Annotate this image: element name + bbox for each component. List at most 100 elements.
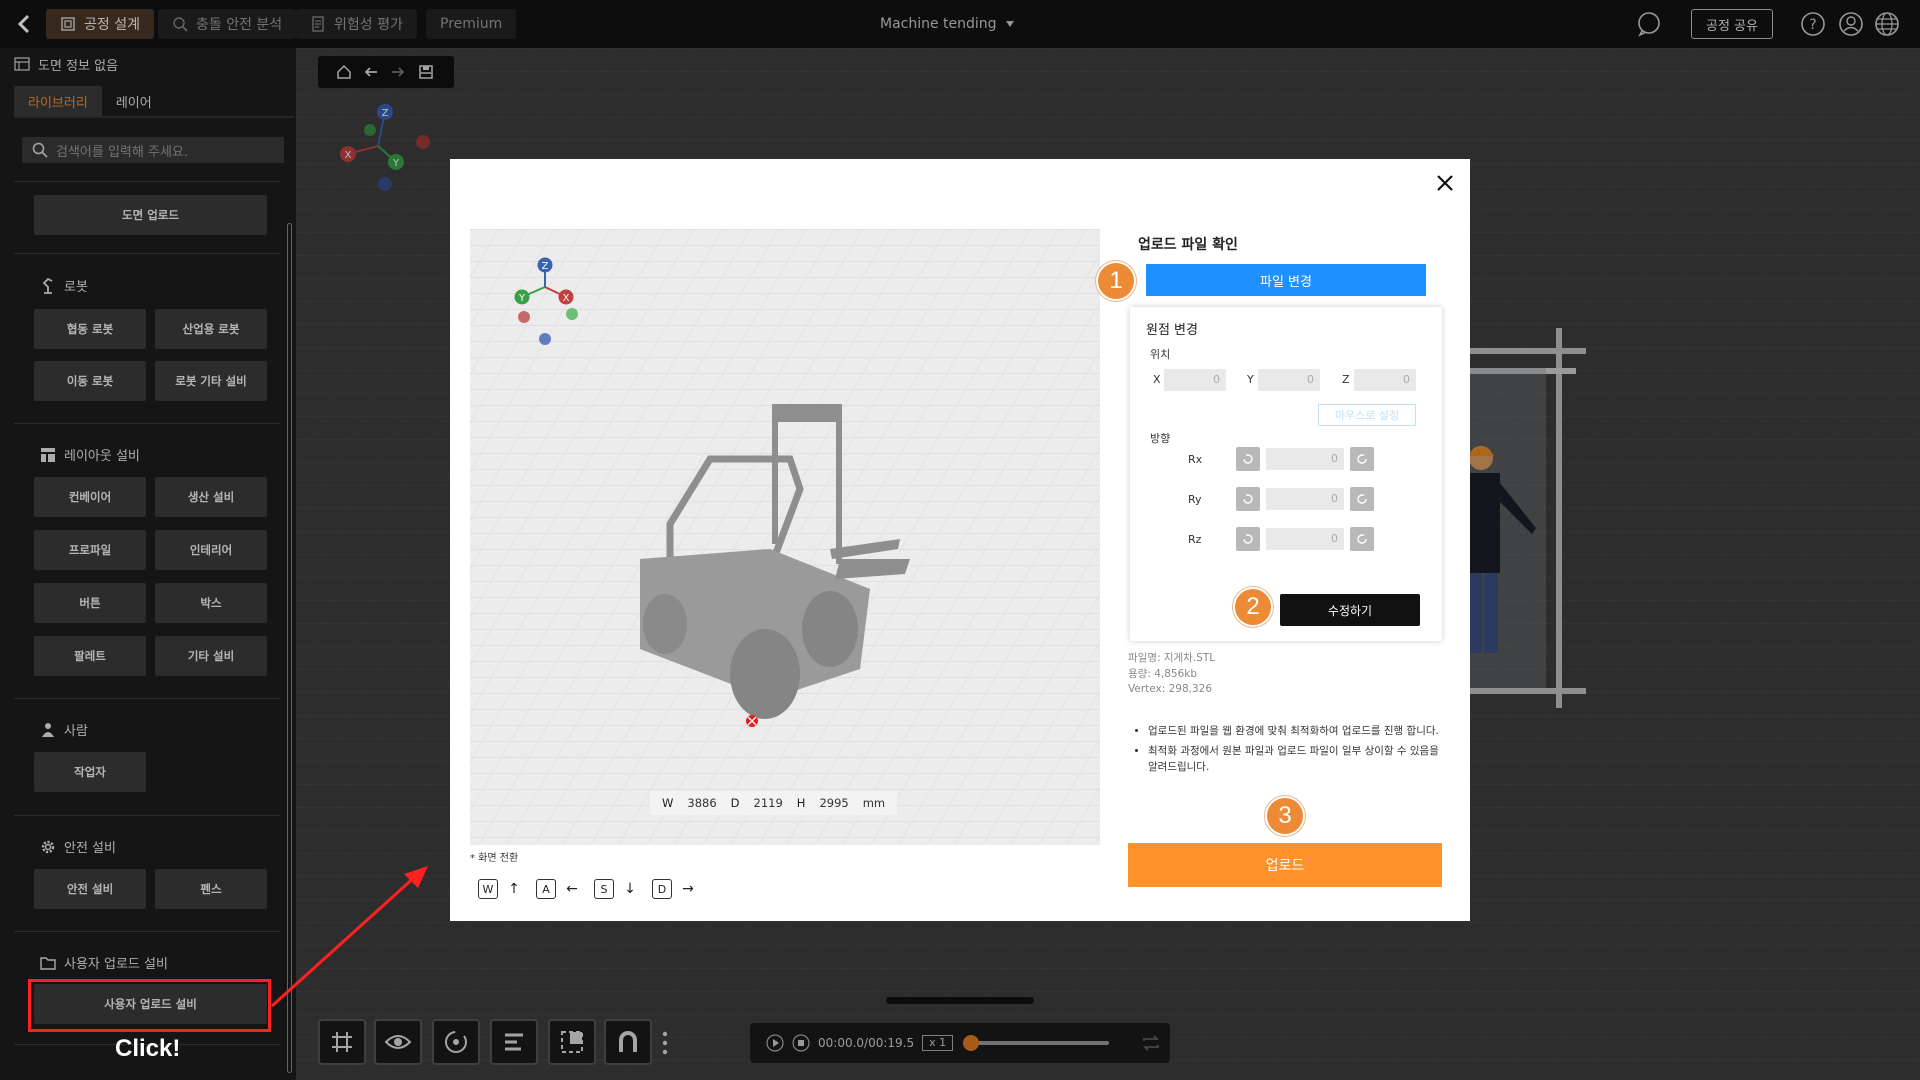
tab-collision-analysis[interactable]: 충돌 안전 분석 bbox=[158, 9, 297, 39]
screen-switch-hint: * 화면 전환 bbox=[470, 853, 519, 864]
upload-drawing-button[interactable]: 도면 업로드 bbox=[34, 195, 267, 235]
sidebar: 도면 정보 없음 라이브러리 레이어 검색어를 입력해 주세요. 도면 업로드 … bbox=[0, 48, 296, 1080]
rx-increase-button[interactable] bbox=[1350, 447, 1374, 471]
project-title[interactable]: Machine tending bbox=[880, 0, 1015, 48]
height-label: H bbox=[796, 796, 806, 810]
item-interior[interactable]: 인테리어 bbox=[155, 530, 267, 570]
back-icon[interactable] bbox=[8, 8, 42, 40]
eye-icon bbox=[384, 1035, 412, 1049]
section-person[interactable]: 사람 bbox=[40, 720, 88, 739]
chat-icon[interactable] bbox=[1636, 11, 1662, 37]
help-icon[interactable]: ? bbox=[1800, 11, 1826, 37]
apply-edit-button[interactable]: 수정하기 bbox=[1280, 594, 1420, 626]
position-z-input[interactable]: 0 bbox=[1354, 369, 1416, 391]
x-label: X bbox=[1153, 373, 1161, 386]
grid-tool-button[interactable] bbox=[318, 1019, 366, 1065]
align-tool-button[interactable] bbox=[490, 1019, 538, 1065]
item-mobile-robot[interactable]: 이동 로봇 bbox=[34, 361, 146, 401]
file-name: 파일명: 지게차.STL bbox=[1128, 652, 1216, 664]
item-collaborative-robot[interactable]: 협동 로봇 bbox=[34, 309, 146, 349]
stop-icon[interactable] bbox=[792, 1034, 810, 1052]
item-box[interactable]: 박스 bbox=[155, 583, 267, 623]
item-pallet[interactable]: 팔레트 bbox=[34, 636, 146, 676]
tab-risk-assessment[interactable]: 위험성 평가 bbox=[296, 9, 417, 39]
tab-premium[interactable]: Premium bbox=[426, 9, 517, 39]
item-button[interactable]: 버튼 bbox=[34, 583, 146, 623]
home-icon[interactable] bbox=[336, 64, 352, 80]
position-label: 위치 bbox=[1150, 348, 1171, 361]
tab-process-design[interactable]: 공정 설계 bbox=[46, 9, 154, 39]
item-equipment-etc[interactable]: 기타 설비 bbox=[155, 636, 267, 676]
rz-label: Rz bbox=[1188, 533, 1202, 546]
item-robot-etc[interactable]: 로봇 기타 설비 bbox=[155, 361, 267, 401]
playback-slider[interactable] bbox=[963, 1035, 1110, 1051]
grid-icon bbox=[332, 1032, 352, 1052]
upload-confirm-modal: Z Y X W 3886 D 2119 H 2995 mm * 화면 전환 W … bbox=[450, 159, 1470, 921]
section-user-upload[interactable]: 사용자 업로드 설비 bbox=[40, 953, 168, 972]
share-button[interactable]: 공정 공유 bbox=[1691, 9, 1773, 39]
speed-selector[interactable]: x 1 bbox=[922, 1035, 954, 1051]
globe-icon[interactable] bbox=[1874, 11, 1900, 37]
change-file-button[interactable]: 파일 변경 bbox=[1146, 264, 1426, 296]
section-safety[interactable]: 안전 설비 bbox=[40, 837, 116, 856]
ry-increase-button[interactable] bbox=[1350, 487, 1374, 511]
svg-text:?: ? bbox=[1809, 17, 1816, 33]
width-label: W bbox=[662, 796, 674, 810]
ry-decrease-button[interactable] bbox=[1236, 487, 1260, 511]
folder-icon bbox=[40, 956, 56, 970]
axis-y-label: Y bbox=[392, 158, 400, 169]
drawing-icon bbox=[14, 57, 30, 71]
redo-icon[interactable] bbox=[390, 64, 406, 80]
rx-input[interactable]: 0 bbox=[1266, 448, 1344, 470]
tab-layer[interactable]: 레이어 bbox=[102, 86, 166, 116]
tab-label: Premium bbox=[440, 16, 503, 32]
tab-label: 위험성 평가 bbox=[334, 17, 403, 33]
search-placeholder: 검색어를 입력해 주세요. bbox=[56, 144, 188, 160]
item-profile[interactable]: 프로파일 bbox=[34, 530, 146, 570]
step-badge-1: 1 bbox=[1096, 261, 1136, 301]
position-y-input[interactable]: 0 bbox=[1258, 369, 1320, 391]
item-conveyor[interactable]: 컨베이어 bbox=[34, 477, 146, 517]
section-robot[interactable]: 로봇 bbox=[40, 276, 88, 295]
ry-label: Ry bbox=[1188, 493, 1202, 506]
rx-decrease-button[interactable] bbox=[1236, 447, 1260, 471]
section-layout[interactable]: 레이아웃 설비 bbox=[40, 445, 140, 464]
key-d: D bbox=[652, 879, 672, 899]
position-x-input[interactable]: 0 bbox=[1164, 369, 1226, 391]
section-title: 사용자 업로드 설비 bbox=[64, 957, 168, 972]
undo-icon[interactable] bbox=[363, 64, 379, 80]
rz-increase-button[interactable] bbox=[1350, 527, 1374, 551]
item-production-equipment[interactable]: 생산 설비 bbox=[155, 477, 267, 517]
item-fence[interactable]: 펜스 bbox=[155, 869, 267, 909]
divider bbox=[14, 698, 280, 699]
playback-knob[interactable] bbox=[963, 1035, 980, 1051]
model-preview[interactable]: Z Y X W 3886 D 2119 H 2995 mm bbox=[470, 229, 1100, 845]
ry-input[interactable]: 0 bbox=[1266, 488, 1344, 510]
save-icon[interactable] bbox=[418, 64, 434, 80]
rz-decrease-button[interactable] bbox=[1236, 527, 1260, 551]
rotate-ccw-icon bbox=[1243, 534, 1253, 544]
snap-tool-button[interactable] bbox=[548, 1019, 596, 1065]
scene-axis-gizmo[interactable]: Z X Y bbox=[330, 96, 440, 196]
more-icon[interactable] bbox=[660, 1030, 670, 1056]
mouse-set-button[interactable]: 마우스로 설정 bbox=[1318, 404, 1416, 426]
item-worker[interactable]: 작업자 bbox=[34, 752, 146, 792]
user-icon[interactable] bbox=[1838, 11, 1864, 37]
horizontal-scrollbar[interactable] bbox=[886, 997, 1034, 1004]
drawing-info-label: 도면 정보 없음 bbox=[38, 58, 119, 74]
close-icon[interactable] bbox=[1433, 171, 1457, 195]
search-input[interactable]: 검색어를 입력해 주세요. bbox=[22, 137, 284, 163]
divider bbox=[14, 423, 280, 424]
keyboard-hints: W ↑ A ← S ↓ D → bbox=[478, 879, 698, 899]
rotate-tool-button[interactable] bbox=[432, 1019, 480, 1065]
upload-button[interactable]: 업로드 bbox=[1128, 843, 1442, 887]
item-industrial-robot[interactable]: 산업용 로봇 bbox=[155, 309, 267, 349]
repeat-icon[interactable] bbox=[1141, 1035, 1161, 1051]
play-icon[interactable] bbox=[766, 1034, 784, 1052]
rz-input[interactable]: 0 bbox=[1266, 528, 1344, 550]
tab-library[interactable]: 라이브러리 bbox=[14, 86, 102, 116]
view-tool-button[interactable] bbox=[374, 1019, 422, 1065]
gear-icon bbox=[41, 840, 55, 853]
item-safety-equipment[interactable]: 안전 설비 bbox=[34, 869, 146, 909]
magnet-tool-button[interactable] bbox=[604, 1019, 652, 1065]
